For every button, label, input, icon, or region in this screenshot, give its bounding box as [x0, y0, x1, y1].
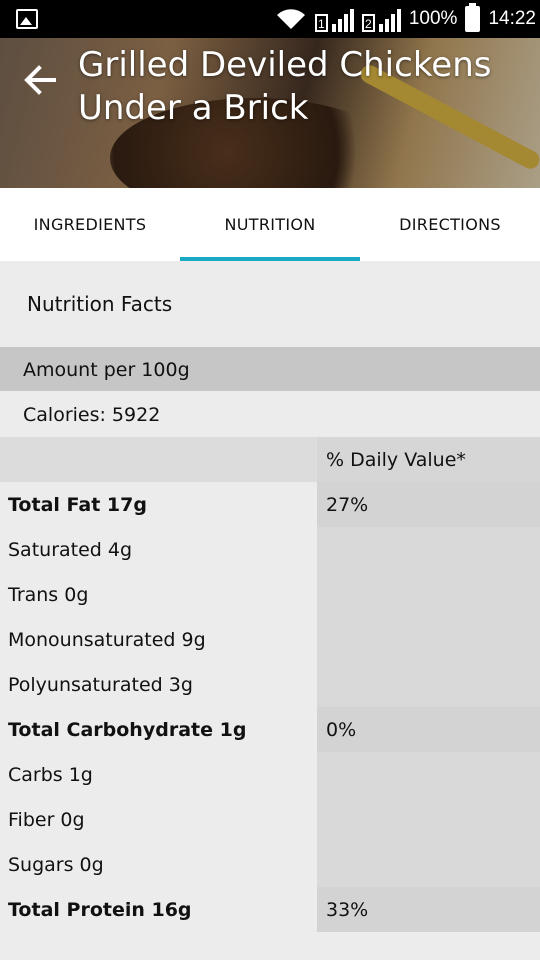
recipe-header: Grilled Deviled Chickens Under a Brick	[0, 38, 540, 188]
image-notification-icon	[16, 9, 38, 29]
nutrient-daily-value	[317, 797, 540, 842]
daily-value-header: % Daily Value*	[317, 437, 540, 482]
nutrient-name: Total Fat 17g	[0, 482, 317, 527]
table-row: Total Fat 17g 27%	[0, 482, 540, 527]
back-arrow-icon[interactable]	[20, 60, 60, 100]
nutrient-daily-value	[317, 617, 540, 662]
nutrient-name: Monounsaturated 9g	[0, 617, 317, 662]
battery-icon	[465, 3, 481, 32]
battery-percent: 100%	[408, 8, 458, 29]
nutrient-daily-value	[317, 842, 540, 887]
nutrient-daily-value: 0%	[317, 707, 540, 752]
nutrient-header	[0, 437, 317, 482]
tab-bar: INGREDIENTS NUTRITION DIRECTIONS	[0, 188, 540, 261]
clock: 14:22	[488, 8, 536, 29]
table-row: Total Carbohydrate 1g 0%	[0, 707, 540, 752]
amount-label: Amount per 100g	[23, 359, 190, 381]
wifi-icon	[276, 9, 305, 29]
nutrient-daily-value	[317, 662, 540, 707]
table-row: Sugars 0g	[0, 842, 540, 887]
amount-per-row: Amount per 100g	[0, 347, 540, 391]
nutrient-daily-value	[317, 527, 540, 572]
sim2-signal-icon: 2	[361, 6, 401, 32]
nutrient-daily-value	[317, 752, 540, 797]
nutrient-daily-value: 27%	[317, 482, 540, 527]
nutrition-facts-title: Nutrition Facts	[27, 292, 173, 316]
nutrient-name: Sugars 0g	[0, 842, 317, 887]
nutrient-name: Total Protein 16g	[0, 887, 317, 932]
tab-directions[interactable]: DIRECTIONS	[360, 188, 540, 261]
tab-ingredients[interactable]: INGREDIENTS	[0, 188, 180, 261]
nutrient-name: Total Carbohydrate 1g	[0, 707, 317, 752]
nutrient-daily-value	[317, 572, 540, 617]
nutrient-name: Saturated 4g	[0, 527, 317, 572]
table-row: Carbs 1g	[0, 752, 540, 797]
table-row: Total Protein 16g 33%	[0, 887, 540, 932]
tab-nutrition[interactable]: NUTRITION	[180, 188, 360, 261]
table-row: Trans 0g	[0, 572, 540, 617]
status-bar: 1 2 100% 14:22	[0, 0, 540, 38]
nutrient-name: Polyunsaturated 3g	[0, 662, 317, 707]
table-row: Polyunsaturated 3g	[0, 662, 540, 707]
recipe-title: Grilled Deviled Chickens Under a Brick	[78, 45, 492, 128]
table-row: Fiber 0g	[0, 797, 540, 842]
table-row: Monounsaturated 9g	[0, 617, 540, 662]
nutrient-name: Carbs 1g	[0, 752, 317, 797]
calories-label: Calories: 5922	[23, 404, 161, 426]
sim1-signal-icon: 1	[314, 6, 354, 32]
nutrient-name: Trans 0g	[0, 572, 317, 617]
nutrient-name: Fiber 0g	[0, 797, 317, 842]
table-row: Saturated 4g	[0, 527, 540, 572]
status-icons: 1 2 100% 14:22	[275, 0, 536, 38]
nutrition-table: % Daily Value* Total Fat 17g 27% Saturat…	[0, 437, 540, 932]
nutrient-daily-value: 33%	[317, 887, 540, 932]
table-header-row: % Daily Value*	[0, 437, 540, 482]
